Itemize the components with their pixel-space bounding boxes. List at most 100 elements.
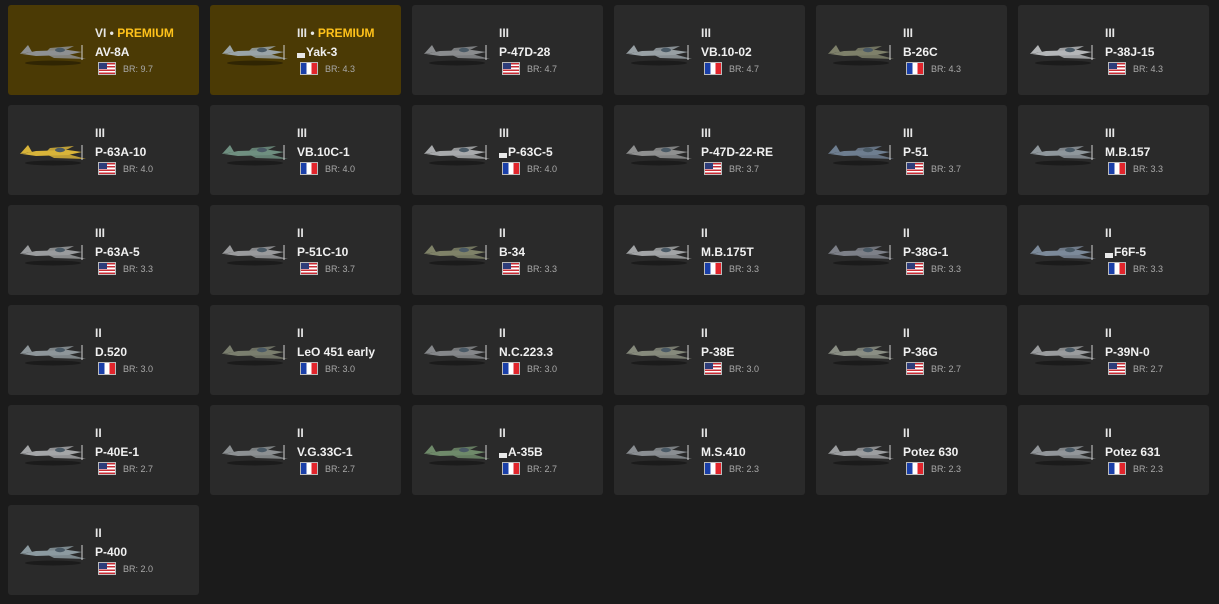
- battle-rating: BR: 3.3: [931, 263, 962, 274]
- vehicle-card-p-38e[interactable]: II P-38E BR: 3.0: [614, 305, 805, 395]
- vehicle-card-vb-10c-1[interactable]: III VB.10C-1 BR: 4.0: [210, 105, 401, 195]
- vehicle-name: P-38J-15: [1105, 45, 1155, 59]
- battle-rating: BR: 4.7: [527, 63, 558, 74]
- vehicle-card-p-39n-0[interactable]: II P-39N-0 BR: 2.7: [1018, 305, 1209, 395]
- vehicle-name: VB.10-02: [701, 45, 752, 59]
- vehicle-card-f6f-5[interactable]: II F6F-5 BR: 3.3: [1018, 205, 1209, 295]
- plane-icon: [420, 331, 494, 369]
- rank-label: II: [297, 426, 304, 440]
- vehicle-card-d-520[interactable]: II D.520 BR: 3.0: [8, 305, 199, 395]
- battle-rating: BR: 2.3: [931, 463, 962, 474]
- vehicle-card-m-s-410[interactable]: II M.S.410 BR: 2.3: [614, 405, 805, 495]
- rank-label: III: [903, 126, 914, 140]
- france-flag-icon: [502, 462, 520, 475]
- rank-label: VI • PREMIUM: [95, 26, 174, 40]
- france-flag-icon: [98, 362, 116, 375]
- rank-label: II: [1105, 326, 1112, 340]
- vehicle-card-p-47d-22-re[interactable]: III P-47D-22-RE BR: 3.7: [614, 105, 805, 195]
- plane-icon: [16, 231, 90, 269]
- vehicle-card-p-63a-5[interactable]: III P-63A-5 BR: 3.3: [8, 205, 199, 295]
- vehicle-card-b-34[interactable]: II B-34 BR: 3.3: [412, 205, 603, 295]
- vehicle-card-p-38j-15[interactable]: III P-38J-15 BR: 4.3: [1018, 5, 1209, 95]
- rank-label: III: [1105, 26, 1116, 40]
- vehicle-card-a-35b[interactable]: II A-35B BR: 2.7: [412, 405, 603, 495]
- vehicle-name: P-38E: [701, 345, 735, 359]
- rank-label: III: [903, 26, 914, 40]
- france-flag-icon: [704, 62, 722, 75]
- plane-icon: [16, 131, 90, 169]
- vehicle-card-potez-631[interactable]: II Potez 631 BR: 2.3: [1018, 405, 1209, 495]
- premium-label: PREMIUM: [117, 26, 174, 40]
- vehicle-name: AV-8A: [95, 45, 130, 59]
- rank-label: II: [701, 326, 708, 340]
- plane-icon: [420, 431, 494, 469]
- rank-label: III: [499, 126, 510, 140]
- vehicle-card-p-38g-1[interactable]: II P-38G-1 BR: 3.3: [816, 205, 1007, 295]
- vehicle-card-p-51[interactable]: III P-51 BR: 3.7: [816, 105, 1007, 195]
- us-flag-icon: [502, 262, 520, 275]
- mark-icon: [499, 452, 507, 458]
- vehicle-name: P-38G-1: [903, 245, 949, 259]
- vehicle-card-b-26c[interactable]: III B-26C BR: 4.3: [816, 5, 1007, 95]
- rank-label: III • PREMIUM: [297, 26, 375, 40]
- vehicle-name: P-63A-10: [95, 145, 147, 159]
- france-flag-icon: [1108, 262, 1126, 275]
- rank-label: III: [95, 126, 106, 140]
- plane-icon: [420, 131, 494, 169]
- vehicle-card-p-40e-1[interactable]: II P-40E-1 BR: 2.7: [8, 405, 199, 495]
- battle-rating: BR: 2.3: [729, 463, 760, 474]
- mark-icon: [297, 52, 305, 58]
- vehicle-card-p-47d-28[interactable]: III P-47D-28 BR: 4.7: [412, 5, 603, 95]
- vehicle-grid: VI • PREMIUM AV-8A BR: 9.7 III • PREMIUM…: [0, 0, 1219, 604]
- vehicle-name: P-51C-10: [297, 245, 349, 259]
- france-flag-icon: [1108, 462, 1126, 475]
- premium-label: PREMIUM: [317, 26, 375, 40]
- battle-rating: BR: 2.7: [527, 463, 558, 474]
- vehicle-name: B-34: [499, 245, 526, 259]
- us-flag-icon: [906, 162, 924, 175]
- vehicle-card-vb-10-02[interactable]: III VB.10-02 BR: 4.7: [614, 5, 805, 95]
- rank-label: II: [701, 226, 708, 240]
- vehicle-card-n-c-223-3[interactable]: II N.C.223.3 BR: 3.0: [412, 305, 603, 395]
- rank-label: II: [499, 326, 506, 340]
- rank-label: II: [95, 426, 102, 440]
- vehicle-name: A-35B: [508, 445, 543, 459]
- vehicle-name: P-40E-1: [95, 445, 140, 459]
- us-flag-icon: [98, 162, 116, 175]
- vehicle-card-p-63c-5[interactable]: III P-63C-5 BR: 4.0: [412, 105, 603, 195]
- france-flag-icon: [300, 362, 318, 375]
- vehicle-card-av-8a[interactable]: VI • PREMIUM AV-8A BR: 9.7: [8, 5, 199, 95]
- vehicle-card-leo-451-early[interactable]: II LeO 451 early BR: 3.0: [210, 305, 401, 395]
- vehicle-card-p-63a-10[interactable]: III P-63A-10 BR: 4.0: [8, 105, 199, 195]
- france-flag-icon: [906, 62, 924, 75]
- battle-rating: BR: 4.0: [123, 163, 154, 174]
- rank-label: III: [1105, 126, 1116, 140]
- battle-rating: BR: 4.0: [325, 163, 356, 174]
- vehicle-name: Yak-3: [306, 45, 338, 59]
- vehicle-card-potez-630[interactable]: II Potez 630 BR: 2.3: [816, 405, 1007, 495]
- us-flag-icon: [300, 262, 318, 275]
- battle-rating: BR: 3.3: [1133, 263, 1164, 274]
- vehicle-card-yak-3[interactable]: III • PREMIUM Yak-3 BR: 4.3: [210, 5, 401, 95]
- vehicle-card-p-36g[interactable]: II P-36G BR: 2.7: [816, 305, 1007, 395]
- us-flag-icon: [906, 362, 924, 375]
- us-flag-icon: [1108, 362, 1126, 375]
- plane-icon: [824, 131, 898, 169]
- vehicle-card-v-g-33c-1[interactable]: II V.G.33C-1 BR: 2.7: [210, 405, 401, 495]
- battle-rating: BR: 3.3: [1133, 163, 1164, 174]
- vehicle-card-p-400[interactable]: II P-400 BR: 2.0: [8, 505, 199, 595]
- plane-icon: [824, 231, 898, 269]
- plane-icon: [218, 131, 292, 169]
- us-flag-icon: [704, 162, 722, 175]
- vehicle-card-p-51c-10[interactable]: II P-51C-10 BR: 3.7: [210, 205, 401, 295]
- battle-rating: BR: 3.3: [729, 263, 760, 274]
- rank-label: II: [903, 226, 910, 240]
- us-flag-icon: [98, 462, 116, 475]
- plane-icon: [1026, 431, 1100, 469]
- vehicle-card-m-b-175t[interactable]: II M.B.175T BR: 3.3: [614, 205, 805, 295]
- vehicle-card-m-b-157[interactable]: III M.B.157 BR: 3.3: [1018, 105, 1209, 195]
- france-flag-icon: [1108, 162, 1126, 175]
- vehicle-name: VB.10C-1: [297, 145, 350, 159]
- plane-icon: [824, 31, 898, 69]
- mark-icon: [1105, 252, 1113, 258]
